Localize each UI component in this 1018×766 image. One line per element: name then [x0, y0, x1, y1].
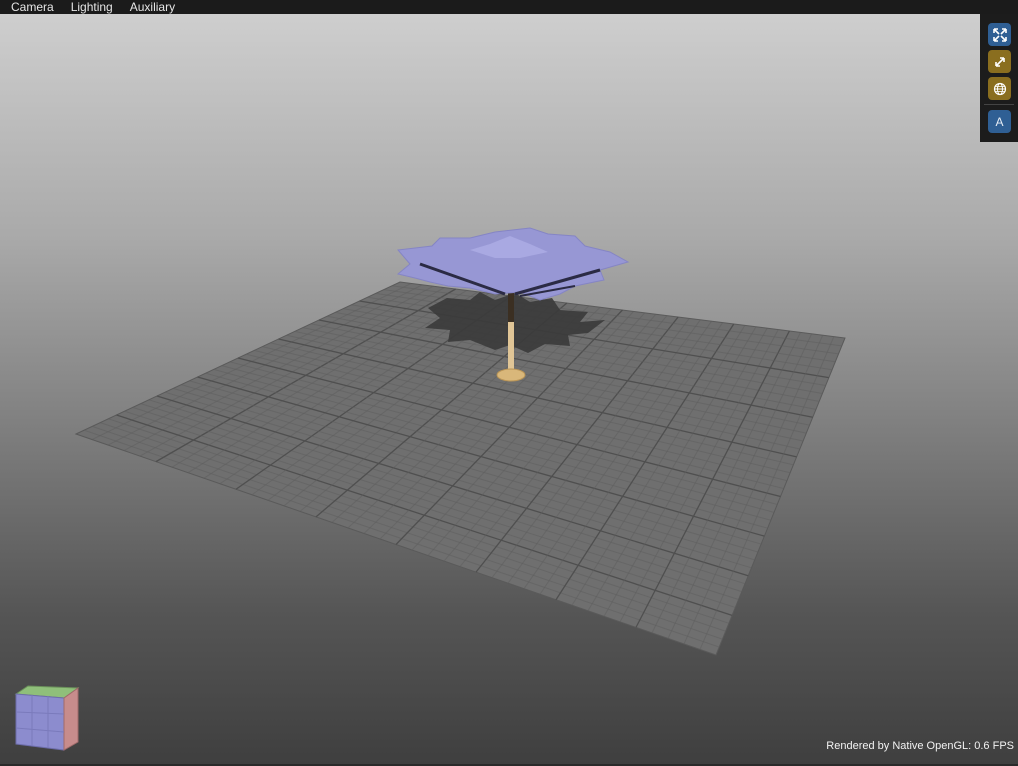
scene-canvas: [74, 227, 846, 656]
render-status: Rendered by Native OpenGL: 0.6 FPS: [826, 740, 1014, 752]
navigation-cube[interactable]: [14, 684, 80, 752]
menu-camera[interactable]: Camera: [0, 0, 62, 14]
3d-viewport[interactable]: [0, 14, 1018, 764]
letter-a-icon: A: [995, 114, 1004, 129]
resize-button[interactable]: [988, 50, 1011, 73]
globe-icon: [993, 82, 1006, 95]
menu-auxiliary[interactable]: Auxiliary: [121, 0, 183, 14]
auto-button[interactable]: A: [988, 110, 1011, 133]
toolbar-divider: [984, 104, 1014, 105]
menu-bar: Camera Lighting Auxiliary: [0, 0, 1018, 14]
resize-arrows-icon: [994, 56, 1005, 67]
view-toolbar: A: [980, 14, 1018, 142]
globe-button[interactable]: [988, 77, 1011, 100]
fullscreen-icon: [992, 27, 1007, 42]
fullscreen-button[interactable]: [988, 23, 1011, 46]
view-cube-icon: [14, 685, 80, 751]
umbrella-base: [496, 368, 526, 382]
menu-lighting[interactable]: Lighting: [62, 0, 121, 14]
